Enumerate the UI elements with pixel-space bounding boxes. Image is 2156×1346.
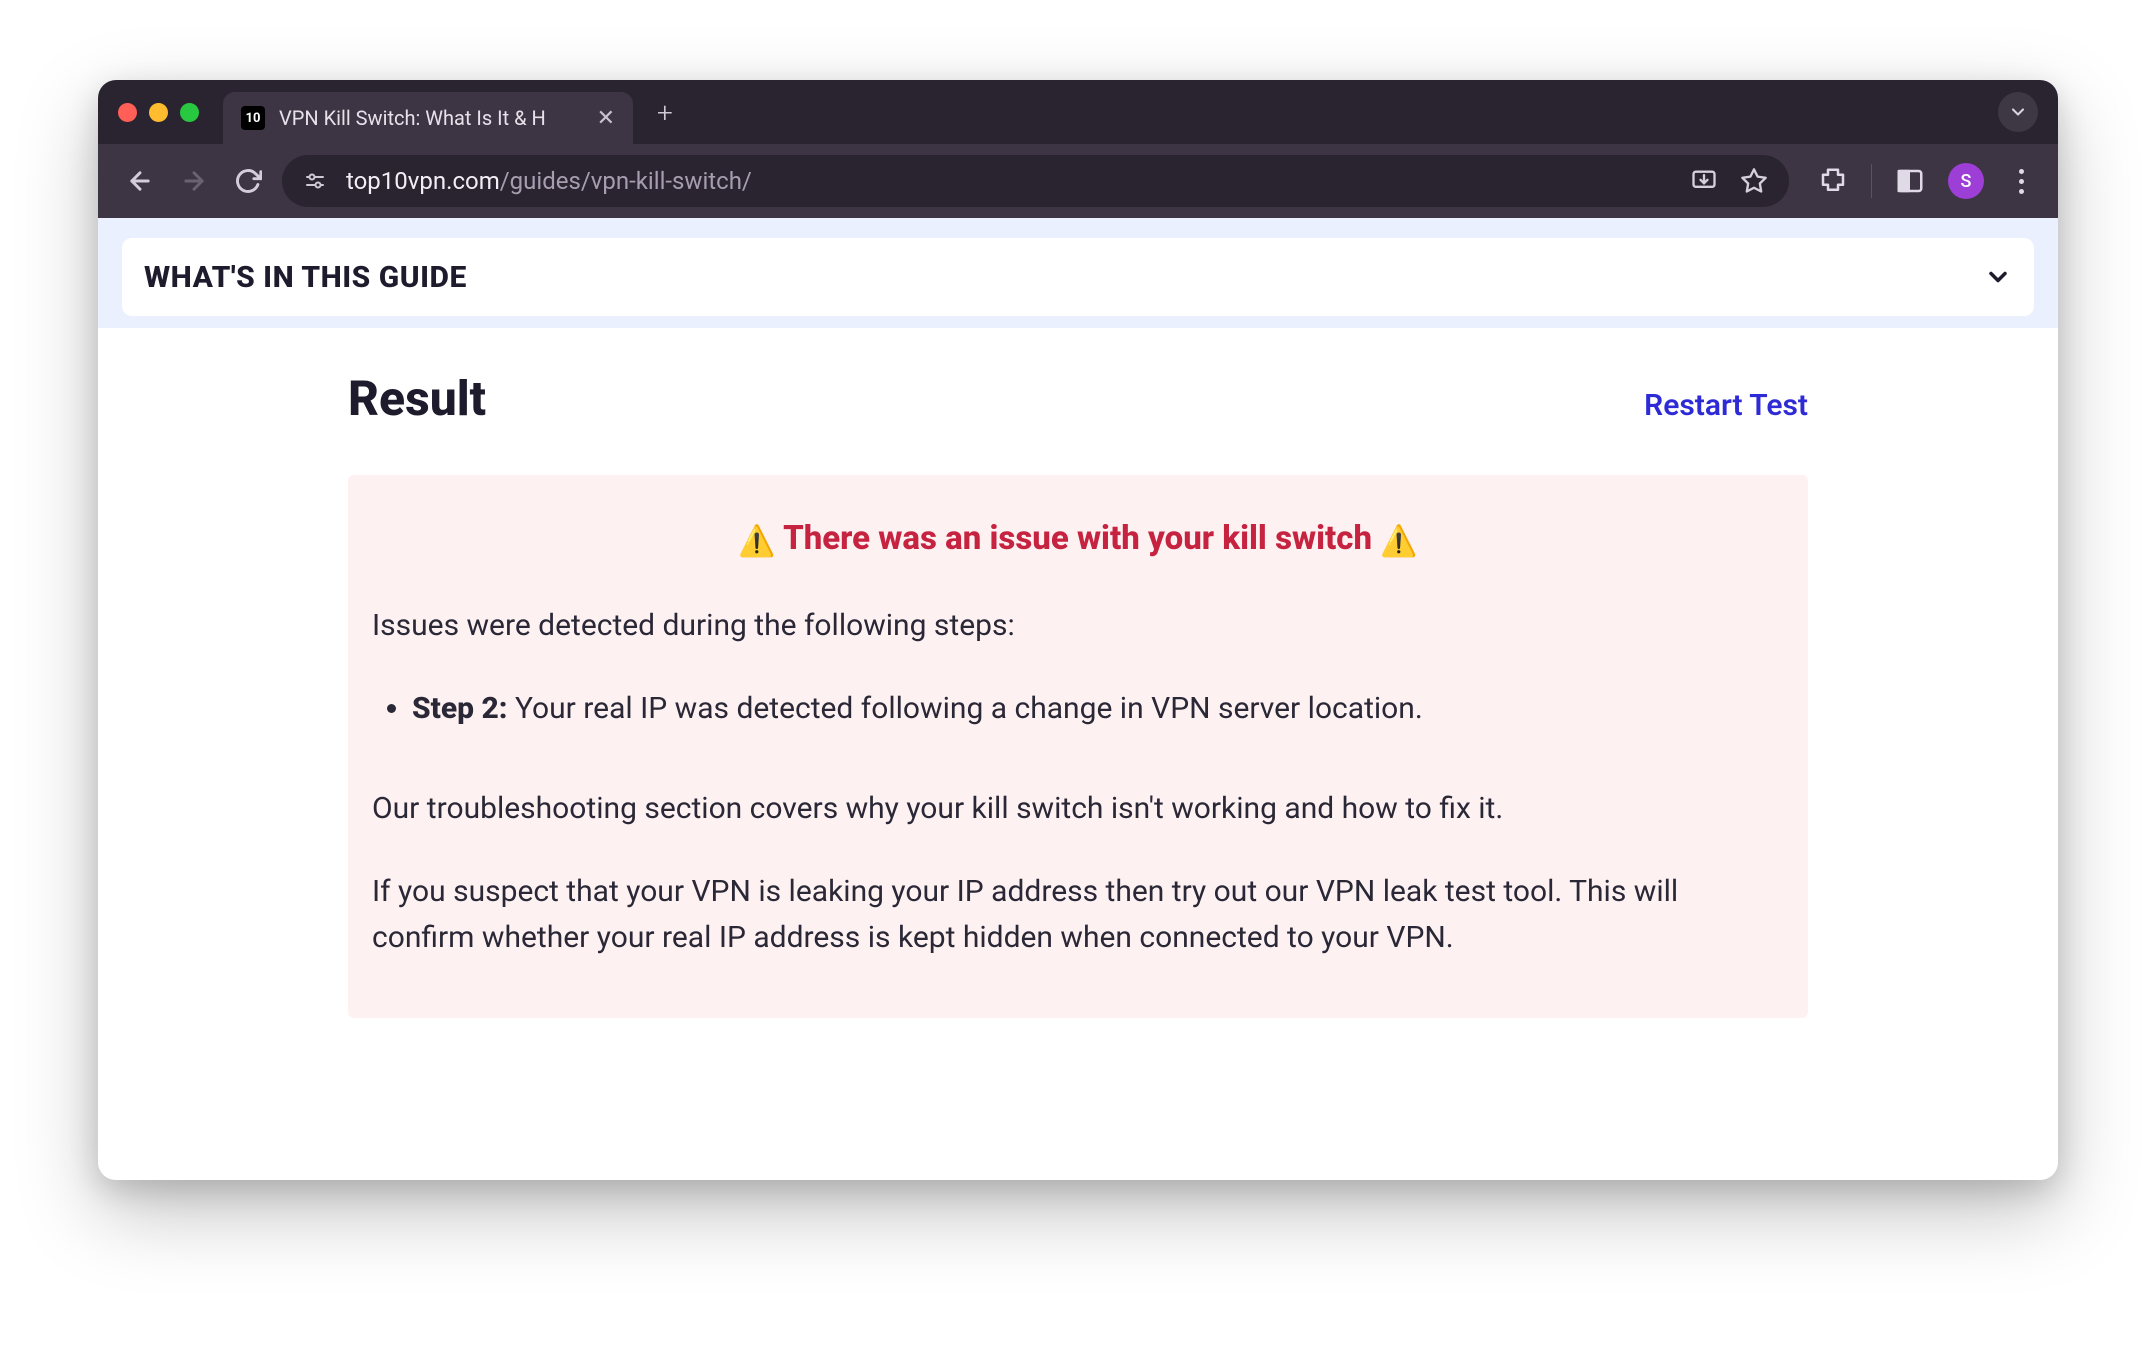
issue-step-list: Step 2: Your real IP was detected follow… [372,686,1784,733]
titlebar-left: 10 VPN Kill Switch: What Is It & H ✕ + [118,86,673,138]
maximize-window-button[interactable] [180,103,199,122]
url-domain: top10vpn.com [346,167,500,195]
chevron-down-icon [1984,263,2012,291]
chevron-down-icon [2008,102,2028,122]
result-heading: Result [348,370,486,427]
url-bar[interactable]: top10vpn.com/guides/vpn-kill-switch/ [282,155,1789,207]
result-header: Result Restart Test [348,370,1808,427]
step-label: Step 2: [412,691,508,726]
extensions-button[interactable] [1817,165,1849,197]
issue-headline: ⚠️ There was an issue with your kill swi… [372,519,1784,559]
guide-toc-toggle[interactable]: WHAT'S IN THIS GUIDE [122,238,2034,316]
traffic-lights [118,103,199,122]
arrow-right-icon [180,167,208,195]
forward-button[interactable] [174,161,214,201]
step-text: Your real IP was detected following a ch… [508,691,1423,726]
arrow-left-icon [126,167,154,195]
back-button[interactable] [120,161,160,201]
tab-favicon: 10 [241,106,265,130]
url-text: top10vpn.com/guides/vpn-kill-switch/ [346,167,752,195]
close-tab-button[interactable]: ✕ [597,106,615,131]
restart-test-link[interactable]: Restart Test [1644,388,1808,423]
reload-button[interactable] [228,161,268,201]
page-content: WHAT'S IN THIS GUIDE Result Restart Test… [98,218,2058,1180]
tab-title: VPN Kill Switch: What Is It & H [279,106,546,130]
warning-icon: ⚠️ [1380,524,1417,559]
toolbar-divider [1871,164,1872,198]
site-settings-button[interactable] [302,168,328,194]
main-content: Result Restart Test ⚠️ There was an issu… [98,328,2058,1018]
toolbar: top10vpn.com/guides/vpn-kill-switch/ S [98,144,2058,218]
side-panel-icon [1895,166,1925,196]
troubleshooting-text: Our troubleshooting section covers why y… [372,786,1784,833]
minimize-window-button[interactable] [149,103,168,122]
result-box: ⚠️ There was an issue with your kill swi… [348,475,1808,1018]
leak-test-text: If you suspect that your VPN is leaking … [372,869,1784,962]
tabs-dropdown-button[interactable] [1998,92,2038,132]
reload-icon [234,167,262,195]
guide-bar-stripe: WHAT'S IN THIS GUIDE [98,218,2058,328]
install-icon [1690,167,1718,195]
titlebar: 10 VPN Kill Switch: What Is It & H ✕ + [98,80,2058,144]
new-tab-button[interactable]: + [657,96,673,129]
profile-button[interactable]: S [1948,163,1984,199]
url-path: /guides/vpn-kill-switch/ [500,167,752,195]
issue-headline-text: There was an issue with your kill switch [783,519,1372,558]
install-app-button[interactable] [1689,166,1719,196]
browser-tab[interactable]: 10 VPN Kill Switch: What Is It & H ✕ [223,92,633,144]
browser-window: 10 VPN Kill Switch: What Is It & H ✕ + t… [98,80,2058,1180]
issue-intro-text: Issues were detected during the followin… [372,603,1784,650]
side-panel-button[interactable] [1894,165,1926,197]
star-icon [1740,167,1768,195]
bookmark-button[interactable] [1739,166,1769,196]
issue-step-item: Step 2: Your real IP was detected follow… [412,686,1784,733]
guide-toc-title: WHAT'S IN THIS GUIDE [144,260,467,295]
tune-icon [303,169,327,193]
close-window-button[interactable] [118,103,137,122]
toolbar-right: S [1817,163,2036,199]
puzzle-icon [1818,166,1848,196]
browser-menu-button[interactable] [2006,166,2036,196]
urlbar-actions [1689,166,1769,196]
warning-icon: ⚠️ [738,524,775,559]
